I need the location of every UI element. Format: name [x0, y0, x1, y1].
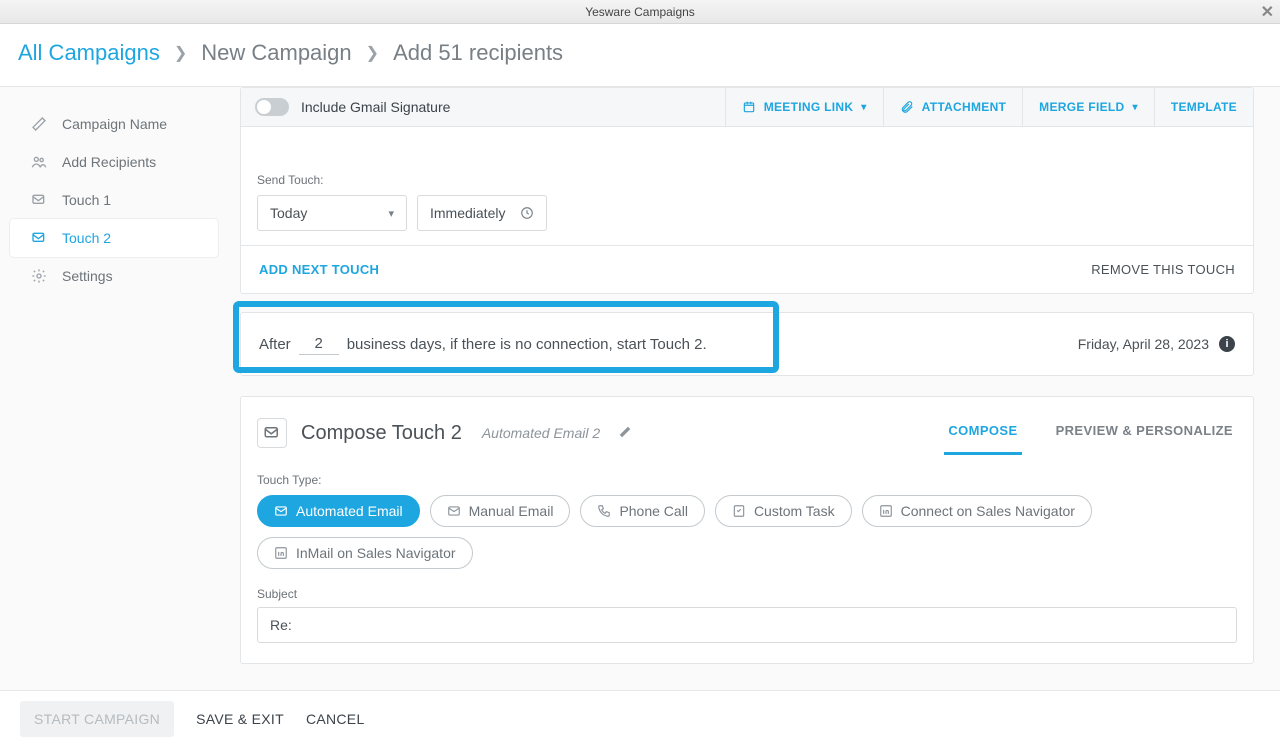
- send-day-select[interactable]: Today ▾: [257, 195, 407, 231]
- sidebar-item-label: Campaign Name: [62, 116, 167, 132]
- mail-send-icon: [30, 230, 48, 246]
- sidebar-item-label: Touch 1: [62, 192, 111, 208]
- info-icon[interactable]: i: [1219, 336, 1235, 352]
- compose-touch-2-card: Compose Touch 2 Automated Email 2 COMPOS…: [240, 396, 1254, 664]
- title-bar: Yesware Campaigns ✕: [0, 0, 1280, 24]
- linkedin-icon: [274, 546, 288, 560]
- linkedin-icon: [879, 504, 893, 518]
- delay-suffix: business days, if there is no connection…: [347, 336, 707, 353]
- start-campaign-button[interactable]: START CAMPAIGN: [20, 701, 174, 737]
- breadcrumb: All Campaigns ❯ New Campaign ❯ Add 51 re…: [0, 24, 1280, 87]
- tab-compose[interactable]: COMPOSE: [944, 411, 1021, 455]
- send-touch-section: Send Touch: Today ▾ Immediately: [241, 127, 1253, 245]
- pill-label: Custom Task: [754, 503, 835, 519]
- calendar-icon: [742, 100, 756, 114]
- touch-1-card: Include Gmail Signature MEETING LINK ▾ A…: [240, 87, 1254, 294]
- signature-toggle-area: Include Gmail Signature: [241, 88, 725, 126]
- meeting-link-label: MEETING LINK: [764, 100, 854, 114]
- delay-date: Friday, April 28, 2023: [1078, 336, 1209, 352]
- chevron-down-icon: ▾: [1132, 102, 1137, 113]
- pill-label: InMail on Sales Navigator: [296, 545, 456, 561]
- mail-icon: [274, 504, 288, 518]
- send-time-value: Immediately: [430, 205, 505, 221]
- signature-label: Include Gmail Signature: [301, 99, 450, 115]
- chevron-right-icon: ❯: [366, 43, 379, 63]
- pill-phone-call[interactable]: Phone Call: [580, 495, 705, 527]
- gear-icon: [30, 268, 48, 284]
- cancel-button[interactable]: CANCEL: [306, 711, 365, 727]
- close-icon[interactable]: ✕: [1261, 2, 1274, 22]
- touch-type-label: Touch Type:: [257, 473, 1237, 487]
- phone-icon: [597, 504, 611, 518]
- delay-bar: After business days, if there is no conn…: [240, 312, 1254, 376]
- send-time-select[interactable]: Immediately: [417, 195, 547, 231]
- merge-field-label: MERGE FIELD: [1039, 100, 1124, 114]
- content: Include Gmail Signature MEETING LINK ▾ A…: [228, 87, 1280, 691]
- tab-preview[interactable]: PREVIEW & PERSONALIZE: [1052, 411, 1237, 455]
- template-button[interactable]: TEMPLATE: [1154, 88, 1253, 126]
- users-icon: [30, 154, 48, 170]
- sidebar-item-label: Add Recipients: [62, 154, 156, 170]
- sidebar-item-label: Touch 2: [62, 230, 111, 246]
- merge-field-button[interactable]: MERGE FIELD ▾: [1022, 88, 1154, 126]
- caret-down-icon: ▾: [388, 207, 394, 220]
- chevron-right-icon: ❯: [174, 43, 187, 63]
- attachment-label: ATTACHMENT: [922, 100, 1007, 114]
- send-touch-label: Send Touch:: [257, 173, 1237, 187]
- breadcrumb-root[interactable]: All Campaigns: [18, 40, 160, 66]
- mail-icon: [447, 504, 461, 518]
- breadcrumb-step1[interactable]: New Campaign: [201, 40, 351, 66]
- compose-title: Compose Touch 2: [301, 422, 462, 445]
- pill-custom-task[interactable]: Custom Task: [715, 495, 852, 527]
- paperclip-icon: [900, 100, 914, 114]
- gmail-signature-toggle[interactable]: [255, 98, 289, 116]
- add-next-touch-button[interactable]: ADD NEXT TOUCH: [259, 262, 379, 277]
- sidebar-item-add-recipients[interactable]: Add Recipients: [10, 143, 218, 181]
- mail-send-icon: [30, 192, 48, 208]
- pill-connect-sales-navigator[interactable]: Connect on Sales Navigator: [862, 495, 1092, 527]
- delay-days-input[interactable]: [299, 333, 339, 355]
- breadcrumb-step2[interactable]: Add 51 recipients: [393, 40, 563, 66]
- editor-toolbar: Include Gmail Signature MEETING LINK ▾ A…: [241, 88, 1253, 127]
- task-icon: [732, 504, 746, 518]
- sidebar-item-touch-2[interactable]: Touch 2: [10, 219, 218, 257]
- remove-this-touch-button[interactable]: REMOVE THIS TOUCH: [1091, 262, 1235, 277]
- edit-name-icon[interactable]: [618, 425, 632, 442]
- sidebar-item-settings[interactable]: Settings: [10, 257, 218, 295]
- template-label: TEMPLATE: [1171, 100, 1237, 114]
- chevron-down-icon: ▾: [861, 102, 866, 113]
- window-title: Yesware Campaigns: [585, 5, 695, 19]
- pill-label: Automated Email: [296, 503, 403, 519]
- send-day-value: Today: [270, 205, 307, 221]
- mail-send-icon: [257, 418, 287, 448]
- clock-icon: [520, 206, 534, 220]
- attachment-button[interactable]: ATTACHMENT: [883, 88, 1023, 126]
- delay-prefix: After: [259, 336, 291, 353]
- pill-label: Connect on Sales Navigator: [901, 503, 1075, 519]
- compose-subtitle: Automated Email 2: [482, 425, 600, 441]
- pill-manual-email[interactable]: Manual Email: [430, 495, 571, 527]
- sidebar-item-campaign-name[interactable]: Campaign Name: [10, 105, 218, 143]
- save-exit-button[interactable]: SAVE & EXIT: [196, 711, 284, 727]
- pill-inmail-sales-navigator[interactable]: InMail on Sales Navigator: [257, 537, 473, 569]
- footer-bar: START CAMPAIGN SAVE & EXIT CANCEL: [0, 690, 1280, 746]
- pill-label: Phone Call: [619, 503, 688, 519]
- subject-label: Subject: [257, 587, 1237, 601]
- meeting-link-button[interactable]: MEETING LINK ▾: [725, 88, 883, 126]
- sidebar-item-label: Settings: [62, 268, 113, 284]
- sidebar: Campaign Name Add Recipients Touch 1 Tou…: [0, 87, 228, 691]
- subject-input[interactable]: [257, 607, 1237, 643]
- pill-label: Manual Email: [469, 503, 554, 519]
- sidebar-item-touch-1[interactable]: Touch 1: [10, 181, 218, 219]
- pill-automated-email[interactable]: Automated Email: [257, 495, 420, 527]
- pencil-icon: [30, 116, 48, 132]
